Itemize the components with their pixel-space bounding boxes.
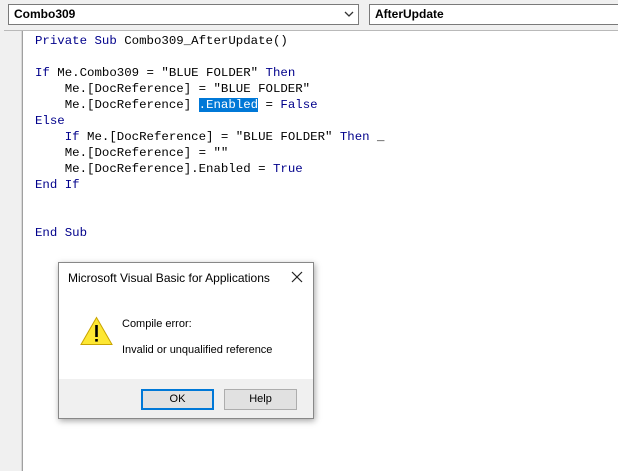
- selected-text: .Enabled: [198, 98, 259, 112]
- chevron-down-icon[interactable]: [343, 8, 355, 20]
- object-combo-value: Combo309: [14, 7, 76, 21]
- code-line-5: Me.[DocReference] .Enabled = False: [35, 98, 318, 112]
- code-line-4: Me.[DocReference] = "BLUE FOLDER": [35, 82, 311, 96]
- code-line-8: Me.[DocReference] = "": [35, 146, 229, 160]
- warning-icon: [80, 316, 113, 345]
- close-icon[interactable]: [285, 266, 309, 288]
- error-message: Invalid or unqualified reference: [122, 344, 273, 356]
- procedure-combo-value: AfterUpdate: [375, 7, 444, 21]
- code-line-9: Me.[DocReference].Enabled = True: [35, 162, 303, 176]
- code-line-1: Private Sub Combo309_AfterUpdate(): [35, 34, 288, 48]
- code-line-10: End If: [35, 178, 80, 192]
- compile-error-dialog: Microsoft Visual Basic for Applications …: [58, 262, 314, 419]
- margin-divider: [7, 31, 22, 471]
- code-line-13: End Sub: [35, 226, 88, 240]
- object-combo[interactable]: Combo309: [8, 4, 359, 25]
- code-line-7: If Me.[DocReference] = "BLUE FOLDER" The…: [64, 130, 385, 144]
- dialog-body: Compile error: Invalid or unqualified re…: [59, 292, 313, 379]
- dialog-footer: OK Help: [59, 379, 313, 418]
- dialog-title: Microsoft Visual Basic for Applications: [68, 271, 270, 285]
- help-button[interactable]: Help: [224, 389, 297, 410]
- code-line-3: If Me.Combo309 = "BLUE FOLDER" Then: [35, 66, 296, 80]
- code-text[interactable]: Private Sub Combo309_AfterUpdate() If Me.…: [35, 33, 385, 241]
- dialog-titlebar[interactable]: Microsoft Visual Basic for Applications: [59, 263, 313, 292]
- error-title: Compile error:: [122, 318, 192, 330]
- code-line-6: Else: [35, 114, 65, 128]
- margin-indicator-bar[interactable]: [4, 31, 23, 471]
- procedure-combo[interactable]: AfterUpdate: [369, 4, 618, 25]
- ok-button[interactable]: OK: [141, 389, 214, 410]
